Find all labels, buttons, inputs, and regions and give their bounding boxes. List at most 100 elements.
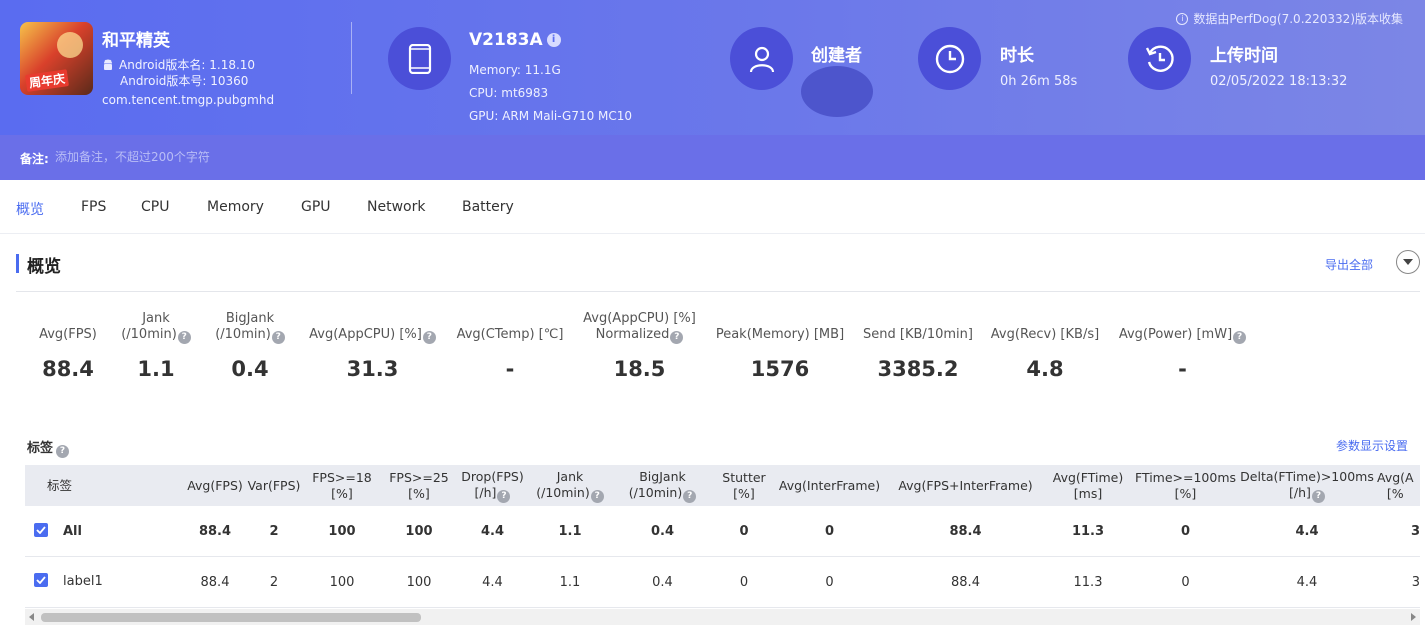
row-label: All xyxy=(63,524,82,539)
stat-label: Avg(AppCPU) [%]? xyxy=(300,327,445,344)
help-icon[interactable]: ? xyxy=(1311,489,1325,503)
table-cell: 11.3 xyxy=(1071,524,1105,539)
table-cell: 4.4 xyxy=(482,575,503,590)
table-cell: 0 xyxy=(739,575,749,590)
help-icon[interactable]: ? xyxy=(56,445,70,458)
stat-value: 1.1 xyxy=(137,357,175,381)
col-header[interactable]: Avg(FTime) [ms] xyxy=(1049,465,1127,506)
device-cpu: CPU: mt6983 xyxy=(469,86,549,100)
report-header: i 数据由PerfDog(7.0.220332)版本收集 周年庆 和平精英 An… xyxy=(0,0,1425,180)
header-divider xyxy=(351,22,352,94)
stat-value: 3385.2 xyxy=(877,357,959,381)
stat-label: Avg(Power) [mW]? xyxy=(1110,327,1255,344)
user-icon xyxy=(749,46,774,72)
help-icon[interactable]: ? xyxy=(497,489,511,503)
source-note: i 数据由PerfDog(7.0.220332)版本收集 xyxy=(1176,10,1403,27)
table-cell: 0 xyxy=(824,524,835,539)
table-cell: 100 xyxy=(405,524,433,539)
clock-icon xyxy=(935,44,964,73)
scroll-thumb[interactable] xyxy=(41,613,421,622)
export-all-link[interactable]: 导出全部 xyxy=(1325,256,1373,273)
device-info-icon[interactable]: i xyxy=(546,33,561,47)
help-icon[interactable]: ? xyxy=(1233,331,1247,344)
phone-icon xyxy=(408,43,431,74)
creator-icon-circle xyxy=(730,27,793,90)
tab-memory[interactable]: Memory xyxy=(207,199,264,215)
logo-graphic xyxy=(57,32,83,58)
tab-fps[interactable]: FPS xyxy=(81,199,106,215)
row-checkbox[interactable] xyxy=(34,523,48,537)
param-settings-link[interactable]: 参数显示设置 xyxy=(1336,437,1408,454)
duration-title: 时长 xyxy=(1000,46,1034,66)
table-cell: 88.4 xyxy=(200,575,230,590)
stat-label-2: Normalized? xyxy=(572,327,707,344)
table-cell: 0.4 xyxy=(652,575,673,590)
history-icon xyxy=(1145,45,1174,72)
col-header[interactable]: BigJank (/10min)? xyxy=(620,465,705,506)
col-header[interactable]: FTime>=100ms [%] xyxy=(1133,465,1238,506)
col-header[interactable]: FPS>=18 [%] xyxy=(306,465,378,506)
help-icon[interactable]: ? xyxy=(590,489,604,503)
col-header[interactable]: Drop(FPS) [/h]? xyxy=(455,465,530,506)
tab-gpu[interactable]: GPU xyxy=(301,199,331,215)
info-icon: i xyxy=(1176,12,1189,25)
app-version-code: Android版本号: 10360 xyxy=(120,74,249,88)
upload-title: 上传时间 xyxy=(1210,46,1278,66)
section-divider xyxy=(16,291,1420,292)
tab-network[interactable]: Network xyxy=(367,199,425,215)
upload-icon-circle xyxy=(1128,27,1191,90)
tab-cpu[interactable]: CPU xyxy=(141,199,169,215)
stat-value: 18.5 xyxy=(613,357,666,381)
table-cell: 4.4 xyxy=(480,524,505,539)
device-icon-circle xyxy=(388,27,451,90)
section-accent xyxy=(16,254,19,273)
help-icon[interactable]: ? xyxy=(670,331,684,344)
col-header[interactable]: Var(FPS) xyxy=(243,465,305,506)
device-model: V2183A i xyxy=(469,30,561,50)
help-icon[interactable]: ? xyxy=(271,331,285,344)
app-package: com.tencent.tmgp.pubgmhd xyxy=(102,93,275,107)
col-header[interactable]: Avg(FPS+InterFrame) xyxy=(893,465,1038,506)
help-icon[interactable]: ? xyxy=(422,331,436,344)
table-cell: 88.4 xyxy=(949,524,982,539)
table-cell: 2 xyxy=(269,575,279,590)
tab-overview[interactable]: 概览 xyxy=(16,199,44,219)
scroll-left-icon[interactable] xyxy=(29,613,34,621)
table-cell: 0.4 xyxy=(650,524,675,539)
table-cell: 88.4 xyxy=(951,575,980,590)
stat-label: Avg(AppCPU) [%] xyxy=(583,311,696,326)
collapse-button[interactable] xyxy=(1396,250,1420,274)
col-header[interactable]: Avg(InterFrame) xyxy=(777,465,882,506)
creator-title: 创建者 xyxy=(811,46,862,66)
col-header[interactable]: FPS>=25 [%] xyxy=(383,465,455,506)
stat-label: Avg(CTemp) [℃] xyxy=(456,327,564,342)
tab-battery[interactable]: Battery xyxy=(462,199,514,215)
creator-avatar-redacted xyxy=(801,66,873,117)
app-name: 和平精英 xyxy=(102,31,170,51)
check-icon xyxy=(36,526,46,534)
scroll-right-icon[interactable] xyxy=(1411,613,1416,621)
section-title: 概览 xyxy=(27,257,61,277)
duration-icon-circle xyxy=(918,27,981,90)
device-gpu: GPU: ARM Mali-G710 MC10 xyxy=(469,109,633,123)
stat-value: 0.4 xyxy=(231,357,269,381)
row-checkbox[interactable] xyxy=(34,573,48,587)
col-header[interactable]: Stutter [%] xyxy=(715,465,773,506)
table-cell: 1.1 xyxy=(559,575,581,590)
help-icon[interactable]: ? xyxy=(683,489,697,503)
stat-label: Avg(FPS) xyxy=(39,327,97,342)
help-icon[interactable]: ? xyxy=(177,331,191,344)
table-cell: 100 xyxy=(329,575,355,590)
upload-value: 02/05/2022 18:13:32 xyxy=(1210,74,1348,89)
note-input[interactable] xyxy=(55,150,455,164)
horizontal-scrollbar[interactable] xyxy=(25,609,1420,625)
row-label: label1 xyxy=(63,573,103,589)
col-header[interactable]: Jank (/10min)? xyxy=(530,465,610,506)
duration-value: 0h 26m 58s xyxy=(1000,74,1078,89)
table-cell: 3 xyxy=(1411,575,1420,590)
col-header[interactable]: Delta(FTime)>100ms [/h]? xyxy=(1240,465,1374,506)
col-header[interactable]: Avg(FPS) xyxy=(180,465,250,506)
col-header-truncated[interactable]: Avg(A [% xyxy=(1377,465,1420,506)
table-row: All 88.4 2 100 100 4.4 1.1 0.4 0 0 88.4 … xyxy=(25,506,1420,557)
table-cell: 4.4 xyxy=(1295,524,1319,539)
